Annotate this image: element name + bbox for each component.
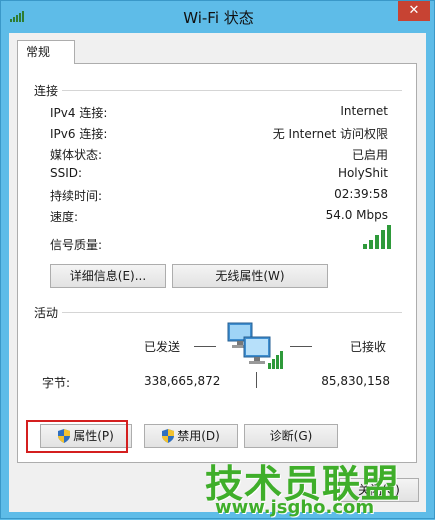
bytes-received-value: 85,830,158 [321,374,390,388]
ssid-value: HolyShit [337,166,388,180]
speed-value: 54.0 Mbps [325,208,388,222]
signal-strength-icon [363,225,391,249]
bytes-divider [256,372,257,388]
signal-quality-label: 信号质量: [50,238,103,252]
watermark-url: www.jsgho.com [215,497,375,518]
ssid-label: SSID: [50,166,83,180]
diagnose-button[interactable]: 诊断(G) [244,424,338,448]
details-button[interactable]: 详细信息(E)... [50,264,166,288]
disable-button-label: 禁用(D) [177,429,220,443]
media-state-value: 已启用 [351,148,388,162]
media-state-label: 媒体状态: [50,148,103,162]
bytes-sent-value: 338,665,872 [144,374,221,388]
window-title: Wi-Fi 状态 [183,9,254,27]
sent-label: 已发送 [144,340,181,354]
ipv4-value: Internet [340,104,388,118]
network-computers-icon [227,322,283,369]
row-media-state: 媒体状态: 已启用 [50,146,388,164]
properties-highlight-box [26,420,128,453]
ipv4-label: IPv4 连接: [50,106,108,120]
activity-group-divider [62,312,402,313]
tab-panel-general: 连接 IPv4 连接: Internet IPv6 连接: 无 Internet… [17,63,417,463]
activity-group-title: 活动 [34,306,59,320]
wireless-properties-button[interactable]: 无线属性(W) [172,264,328,288]
connection-group-divider [62,90,402,91]
ipv6-value: 无 Internet 访问权限 [272,127,388,141]
connection-group-title: 连接 [34,84,59,98]
row-ipv4: IPv4 连接: Internet [50,104,388,122]
sent-connector-line [194,346,216,347]
bytes-label: 字节: [42,376,71,390]
row-duration: 持续时间: 02:39:58 [50,187,388,205]
duration-value: 02:39:58 [334,187,388,201]
row-ipv6: IPv6 连接: 无 Internet 访问权限 [50,125,388,143]
duration-label: 持续时间: [50,189,103,203]
disable-button[interactable]: 禁用(D) [144,424,238,448]
row-signal-quality: 信号质量: [50,236,388,254]
received-connector-line [290,346,312,347]
wifi-status-window: Wi-Fi 状态 ✕ 常规 连接 IPv4 连接: Internet IPv6 … [0,0,435,519]
row-speed: 速度: 54.0 Mbps [50,208,388,226]
site-watermark: 技术员联盟 www.jsgho.com [201,453,435,520]
received-label: 已接收 [350,340,387,354]
title-bar: Wi-Fi 状态 ✕ [1,1,435,33]
speed-label: 速度: [50,210,79,224]
ipv6-label: IPv6 连接: [50,127,108,141]
uac-shield-icon [162,429,175,443]
close-window-button[interactable]: ✕ [398,1,430,21]
tab-general[interactable]: 常规 [17,40,75,64]
row-ssid: SSID: HolyShit [50,166,388,184]
